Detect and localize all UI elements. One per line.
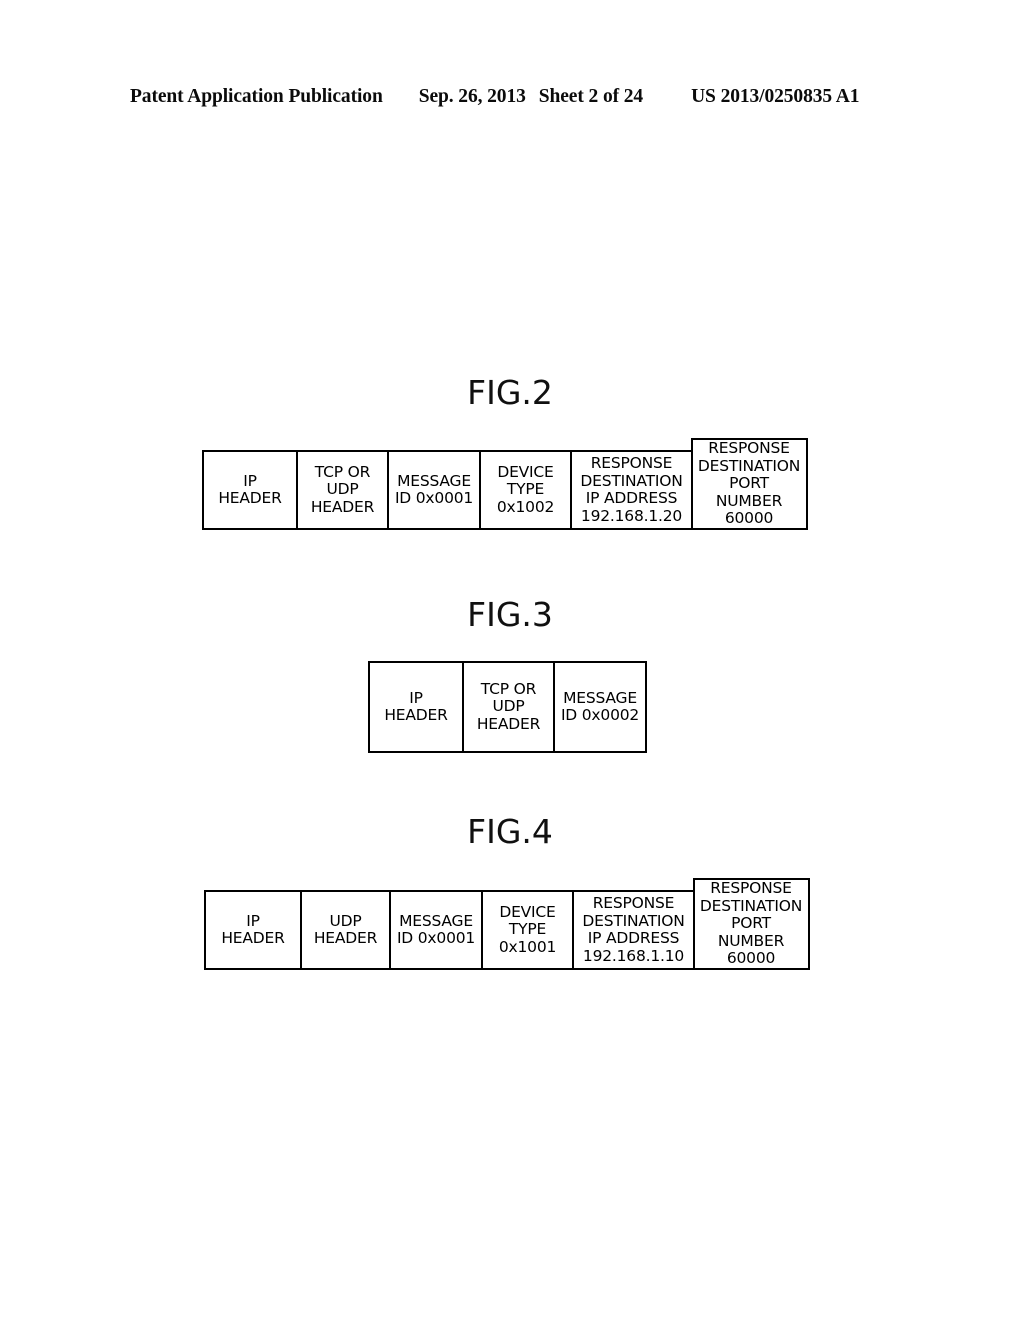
- packet-field: DEVICE TYPE 0x1002: [478, 450, 573, 530]
- packet-field-label: RESPONSE DESTINATION PORT NUMBER 60000: [697, 439, 801, 528]
- packet-field-label: TCP OR UDP HEADER: [310, 462, 375, 516]
- packet-field: MESSAGE ID 0x0001: [389, 890, 483, 970]
- packet-field-label: MESSAGE ID 0x0001: [394, 471, 474, 507]
- packet-field-label: IP HEADER: [221, 911, 285, 947]
- packet-field-label: TCP OR UDP HEADER: [476, 679, 541, 733]
- packet-field: RESPONSE DESTINATION IP ADDRESS 192.168.…: [572, 890, 695, 970]
- packet-field-label: RESPONSE DESTINATION IP ADDRESS 192.168.…: [580, 454, 683, 525]
- packet-field: IP HEADER: [368, 661, 464, 753]
- packet-field: UDP HEADER: [299, 890, 392, 970]
- packet-field: RESPONSE DESTINATION PORT NUMBER 60000: [692, 878, 810, 970]
- publication-date: Sep. 26, 2013: [418, 86, 526, 107]
- figure-label-fig3: FIG.3: [467, 595, 553, 634]
- packet-field-label: IP HEADER: [384, 688, 448, 724]
- packet-field-label: DEVICE TYPE 0x1001: [498, 902, 557, 956]
- packet-field-label: MESSAGE ID 0x0001: [396, 911, 476, 947]
- packet-field: TCP OR UDP HEADER: [461, 661, 556, 753]
- patent-number: US 2013/0250835 A1: [691, 86, 860, 107]
- figure-label-fig4: FIG.4: [467, 812, 553, 851]
- header-date-sheet: Sep. 26, 2013 Sheet 2 of 24: [419, 86, 643, 108]
- packet-field: RESPONSE DESTINATION IP ADDRESS 192.168.…: [570, 450, 693, 530]
- packet-diagram-fig4: IP HEADER UDP HEADER MESSAGE ID 0x0001 DEVI…: [204, 878, 810, 970]
- packet-field: DEVICE TYPE 0x1001: [480, 890, 575, 970]
- packet-field-label: UDP HEADER: [313, 911, 378, 947]
- packet-field-label: RESPONSE DESTINATION PORT NUMBER 60000: [699, 879, 803, 968]
- publication-title: Patent Application Publication: [130, 86, 383, 107]
- packet-field-label: MESSAGE ID 0x0002: [560, 688, 640, 724]
- figure-label-fig2: FIG.2: [467, 373, 553, 412]
- packet-diagram-fig2: IP HEADER TCP OR UDP HEADER MESSAGE ID 0x0…: [202, 438, 808, 530]
- packet-field: IP HEADER: [202, 450, 298, 530]
- packet-field-label: DEVICE TYPE 0x1002: [496, 462, 555, 516]
- packet-field-label: IP HEADER: [218, 471, 282, 507]
- packet-field: RESPONSE DESTINATION PORT NUMBER 60000: [690, 438, 808, 530]
- page-running-header: Patent Application Publication Sep. 26, …: [130, 86, 894, 108]
- packet-field: TCP OR UDP HEADER: [295, 450, 390, 530]
- packet-diagram-fig3: IP HEADER TCP OR UDP HEADER MESSAGE ID 0x0…: [368, 661, 647, 753]
- packet-field: IP HEADER: [204, 890, 302, 970]
- sheet-number: Sheet 2 of 24: [538, 86, 644, 107]
- packet-field: MESSAGE ID 0x0001: [387, 450, 481, 530]
- packet-field: MESSAGE ID 0x0002: [553, 661, 647, 753]
- packet-field-label: RESPONSE DESTINATION IP ADDRESS 192.168.…: [582, 894, 685, 965]
